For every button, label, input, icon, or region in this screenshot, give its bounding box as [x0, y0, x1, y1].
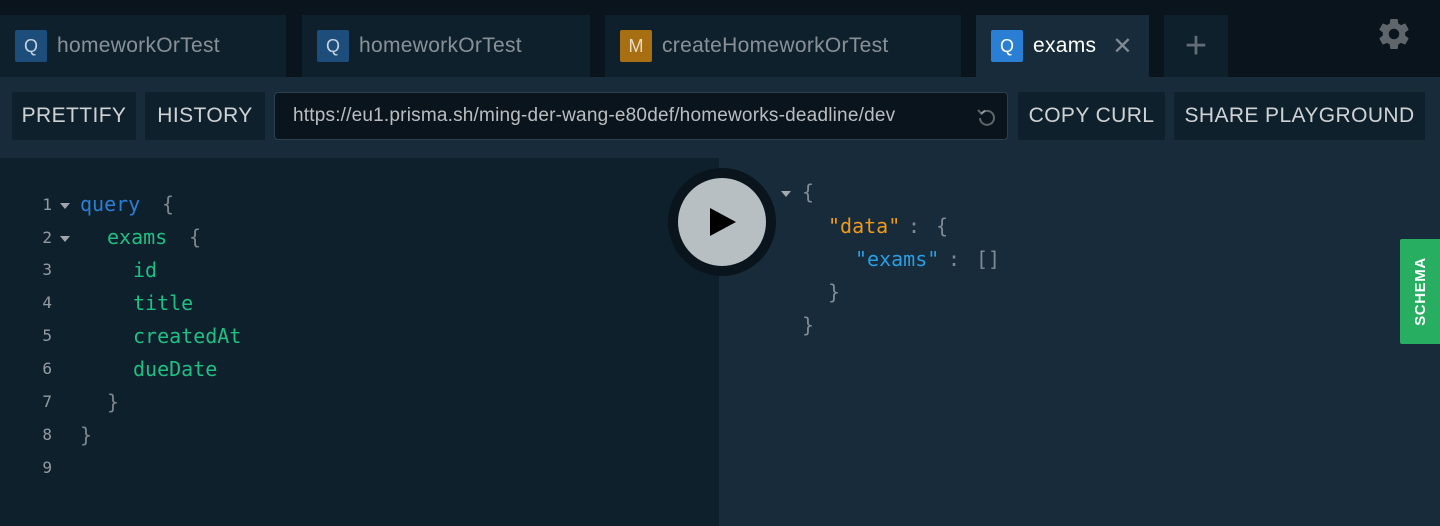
results-panel[interactable]: { "data" : { "exams" : [] } }: [719, 158, 1440, 526]
line-number: 8: [42, 425, 52, 444]
code-field: title: [133, 291, 194, 315]
schema-tab-label: SCHEMA: [1411, 257, 1429, 326]
code-field: exams: [107, 225, 168, 249]
line-number: 9: [42, 458, 52, 477]
line-number: 1: [42, 195, 52, 214]
code-field: id: [133, 258, 158, 282]
query-badge-icon: Q: [991, 30, 1023, 62]
code-field: dueDate: [133, 357, 218, 381]
query-editor[interactable]: 1 2 3 4 5 6 7 8 9 query { exams { id tit…: [0, 158, 719, 526]
query-keyword: query: [80, 192, 141, 216]
gear-icon[interactable]: [1376, 16, 1412, 52]
tab-label: homeworkOrTest: [57, 34, 220, 57]
tab-label: homeworkOrTest: [359, 34, 522, 57]
brace: }: [802, 313, 815, 337]
endpoint-url-text: https://eu1.prisma.sh/ming-der-wang-e80d…: [293, 105, 896, 126]
execute-query-button[interactable]: [668, 168, 776, 276]
query-badge-icon: Q: [15, 30, 47, 62]
tab-homeworkortest-2[interactable]: Q homeworkOrTest: [302, 15, 590, 77]
endpoint-url-input[interactable]: https://eu1.prisma.sh/ming-der-wang-e80d…: [274, 92, 1008, 140]
brace: {: [802, 180, 815, 204]
fold-arrow-icon[interactable]: [60, 236, 70, 242]
brace: {: [162, 192, 175, 216]
line-number: 2: [42, 228, 52, 247]
json-empty-array: []: [976, 247, 1001, 271]
query-badge-icon: Q: [317, 30, 349, 62]
toolbar: PRETTIFY HISTORY https://eu1.prisma.sh/m…: [0, 77, 1440, 158]
schema-tab[interactable]: SCHEMA: [1400, 239, 1440, 344]
line-number: 4: [42, 293, 52, 312]
tab-bar: Q homeworkOrTest Q homeworkOrTest M crea…: [0, 0, 1440, 77]
colon: :: [908, 214, 921, 238]
history-button[interactable]: HISTORY: [145, 92, 265, 140]
line-number: 3: [42, 260, 52, 279]
share-playground-button[interactable]: SHARE PLAYGROUND: [1174, 92, 1425, 140]
line-number: 6: [42, 359, 52, 378]
copy-curl-button[interactable]: COPY CURL: [1018, 92, 1165, 140]
add-tab-button[interactable]: +: [1164, 15, 1228, 77]
tab-exams[interactable]: Q exams ✕: [976, 15, 1149, 77]
tab-label: createHomeworkOrTest: [662, 34, 889, 57]
brace: }: [828, 280, 841, 304]
brace: {: [936, 214, 949, 238]
line-number: 7: [42, 392, 52, 411]
brace: }: [107, 390, 120, 414]
brace: }: [80, 423, 93, 447]
json-key-data: "data": [828, 214, 901, 238]
play-icon: [678, 178, 766, 266]
brace: {: [189, 225, 202, 249]
close-icon[interactable]: ✕: [1112, 32, 1132, 61]
tab-label: exams: [1033, 34, 1097, 57]
colon: :: [948, 247, 961, 271]
json-key-exams: "exams": [855, 247, 940, 271]
tab-createhomeworkortest[interactable]: M createHomeworkOrTest: [605, 15, 961, 77]
reload-icon[interactable]: [975, 105, 999, 129]
mutation-badge-icon: M: [620, 30, 652, 62]
fold-arrow-icon[interactable]: [781, 191, 791, 197]
line-number: 5: [42, 326, 52, 345]
fold-arrow-icon[interactable]: [60, 203, 70, 209]
code-field: createdAt: [133, 324, 242, 348]
tab-homeworkortest-1[interactable]: Q homeworkOrTest: [0, 15, 286, 77]
prettify-button[interactable]: PRETTIFY: [12, 92, 136, 140]
